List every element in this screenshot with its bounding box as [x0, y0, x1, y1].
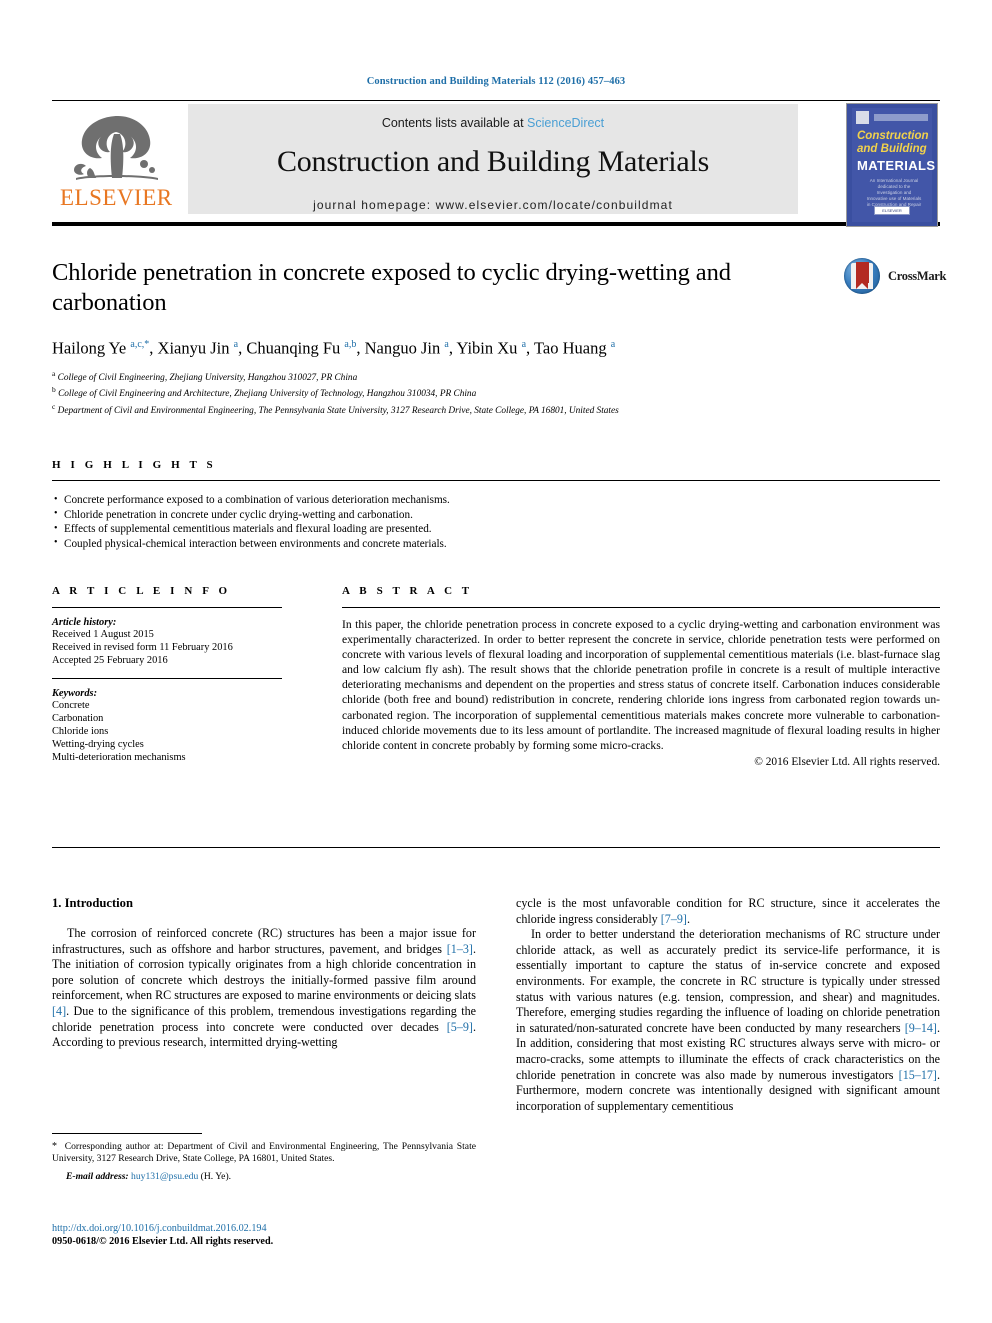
elsevier-logo: ELSEVIER: [60, 108, 176, 212]
paper-page: Construction and Building Materials 112 …: [0, 0, 992, 1323]
author-list: Hailong Ye a,c,*, Xianyu Jin a, Chuanqin…: [52, 338, 616, 358]
corresponding-author-note: * Corresponding author at: Department of…: [52, 1141, 476, 1165]
affiliation-marker: a: [52, 368, 56, 378]
keywords-rule: [52, 677, 282, 679]
affiliation-item: a College of Civil Engineering, Zhejiang…: [52, 368, 852, 385]
cover-footer-box: ELSEVIER: [874, 206, 910, 215]
keywords-label: Keywords:: [52, 687, 98, 699]
affiliation-list: a College of Civil Engineering, Zhejiang…: [52, 368, 852, 418]
cover-top-bar: [874, 114, 928, 121]
affiliation-text: College of Civil Engineering, Zhejiang U…: [57, 372, 358, 383]
cover-subtitle: An International Journal dedicated to th…: [866, 178, 922, 207]
crossmark-label: CrossMark: [888, 269, 947, 283]
article-info-heading: A R T I C L E I N F O: [52, 585, 231, 597]
footnote-block: * Corresponding author at: Department of…: [52, 1133, 476, 1182]
title-block: CrossMark Chloride penetration in concre…: [52, 258, 946, 418]
article-history-item: Received in revised form 11 February 201…: [52, 642, 233, 654]
sciencedirect-link[interactable]: ScienceDirect: [527, 116, 604, 130]
masthead-top-rule: [52, 100, 940, 101]
running-head: Construction and Building Materials 112 …: [366, 76, 626, 87]
journal-title: Construction and Building Materials: [276, 145, 710, 178]
body-column-left: 1. Introduction The corrosion of reinfor…: [52, 896, 476, 1051]
cover-title-line3: MATERIALS: [857, 158, 936, 173]
paragraph: In order to better understand the deteri…: [516, 927, 940, 1113]
journal-masthead: ELSEVIER Contents lists available at Sci…: [52, 100, 940, 227]
paragraph: The corrosion of reinforced concrete (RC…: [52, 926, 476, 1050]
abstract-text: In this paper, the chloride penetration …: [342, 618, 940, 752]
cover-footer-text: ELSEVIER: [882, 208, 902, 213]
affiliation-text: College of Civil Engineering and Archite…: [58, 389, 477, 400]
elsevier-wordmark: ELSEVIER: [60, 185, 173, 210]
article-info-rule: [52, 607, 282, 608]
cover-line2-text: and Building: [857, 142, 927, 155]
abstract-rule: [342, 607, 940, 608]
list-item: Concrete performance exposed to a combin…: [52, 493, 940, 508]
keyword-item: Carbonation: [52, 712, 104, 724]
cover-line1-text: Construction: [857, 130, 929, 142]
highlights-section: H I G H L I G H T S Concrete performance…: [52, 459, 940, 551]
article-info-column: A R T I C L E I N F O Article history: R…: [52, 585, 297, 765]
body-columns: 1. Introduction The corrosion of reinfor…: [52, 896, 940, 1276]
footnote-rule: [52, 1133, 202, 1134]
list-item: Chloride penetration in concrete under c…: [52, 507, 940, 523]
abstract-heading: A B S T R A C T: [342, 585, 473, 597]
keyword-item: Concrete: [52, 699, 90, 711]
affiliation-marker: b: [52, 385, 56, 394]
doi-block: http://dx.doi.org/10.1016/j.conbuildmat.…: [52, 1222, 502, 1248]
highlights-rule: [52, 480, 940, 481]
affiliation-item: b College of Civil Engineering and Archi…: [52, 384, 852, 401]
info-abstract-section: A R T I C L E I N F O Article history: R…: [52, 585, 940, 865]
affiliation-marker: c: [52, 401, 56, 411]
page-content: Construction and Building Materials 112 …: [52, 0, 946, 865]
copyright-line: © 2016 Elsevier Ltd. All rights reserved…: [754, 755, 940, 768]
page-title: Chloride penetration in concrete exposed…: [52, 259, 731, 316]
crossmark-badge[interactable]: CrossMark: [844, 258, 946, 298]
keyword-item: Multi-deterioration mechanisms: [52, 752, 186, 764]
article-history-label: Article history:: [52, 617, 117, 628]
section-divider-rule: [52, 847, 940, 848]
list-item: Effects of supplemental cementitious mat…: [52, 522, 940, 537]
journal-band: Contents lists available at ScienceDirec…: [188, 104, 798, 214]
contents-prefix: Contents lists available at: [381, 116, 528, 130]
email-note: E-mail address: huy131@psu.edu (H. Ye).: [52, 1171, 476, 1182]
article-history-item: Received 1 August 2015: [52, 629, 154, 640]
issn-copyright-line: 0950-0618/© 2016 Elsevier Ltd. All right…: [52, 1236, 274, 1247]
article-history-item: Accepted 25 February 2016: [52, 655, 168, 667]
journal-homepage[interactable]: journal homepage: www.elsevier.com/locat…: [188, 198, 798, 212]
masthead-bottom-rule: [52, 222, 940, 226]
affiliation-item: c Department of Civil and Environmental …: [52, 401, 852, 418]
highlights-list: Concrete performance exposed to a combin…: [52, 493, 940, 551]
email-link[interactable]: huy131@psu.edu: [131, 1171, 198, 1182]
email-label: E-mail address:: [66, 1170, 129, 1182]
keyword-item: Wetting-drying cycles: [52, 739, 144, 751]
highlights-heading: H I G H L I G H T S: [52, 459, 217, 471]
keyword-item: Chloride ions: [52, 726, 109, 738]
body-column-right: cycle is the most unfavorable condition …: [516, 896, 940, 1114]
crossmark-circle-icon: [844, 258, 880, 294]
cover-title-line1: Construction and Building: [857, 130, 929, 155]
cover-publisher-logo-icon: [856, 111, 869, 124]
affiliation-text: Department of Civil and Environmental En…: [57, 405, 619, 416]
email-owner: (H. Ye).: [200, 1170, 232, 1182]
abstract-column: A B S T R A C T In this paper, the chlor…: [342, 585, 940, 768]
section-heading-introduction: 1. Introduction: [52, 896, 133, 910]
list-item: Coupled physical-chemical interaction be…: [52, 536, 940, 552]
elsevier-tree-icon: [60, 108, 172, 186]
crossmark-ribbon-icon: [855, 262, 869, 289]
cover-inner: Construction and Building MATERIALS An I…: [852, 108, 936, 222]
journal-cover-thumbnail[interactable]: Construction and Building MATERIALS An I…: [846, 103, 938, 227]
contents-available-line: Contents lists available at ScienceDirec…: [188, 104, 798, 130]
paragraph: cycle is the most unfavorable condition …: [516, 896, 940, 926]
doi-link[interactable]: http://dx.doi.org/10.1016/j.conbuildmat.…: [52, 1222, 502, 1235]
